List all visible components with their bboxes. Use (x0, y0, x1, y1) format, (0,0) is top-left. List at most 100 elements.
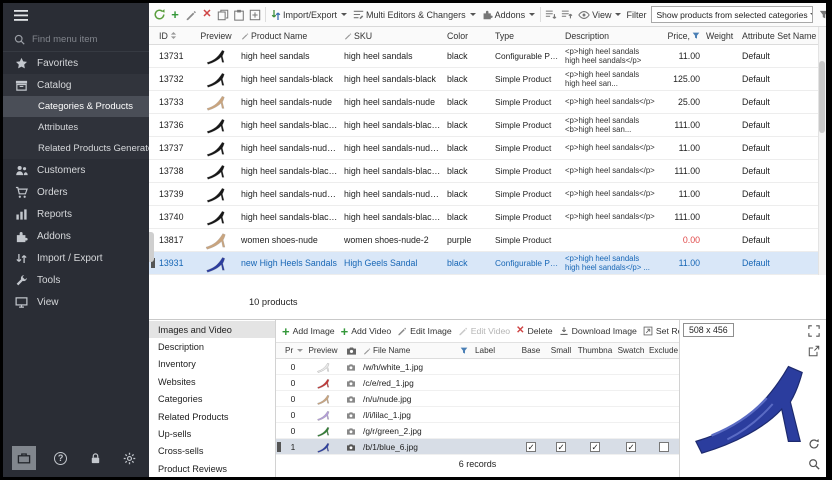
col-header-preview[interactable]: Preview (194, 31, 238, 41)
checkbox-base[interactable]: ✓ (526, 442, 536, 452)
refresh-button[interactable] (151, 5, 167, 25)
addons-button[interactable]: Addons (479, 5, 539, 25)
checkbox-small[interactable]: ✓ (556, 442, 566, 452)
table-row[interactable]: 13732 high heel sandals-black high heel … (149, 68, 818, 91)
edit-video-button[interactable]: Edit Video (458, 326, 510, 336)
edit-image-button[interactable]: Edit Image (397, 326, 452, 336)
col-header-media-type[interactable] (342, 346, 360, 355)
col-header-id[interactable]: ID (156, 31, 194, 41)
col-header-thumbnail[interactable]: Thumbna (576, 346, 614, 355)
add-product-button[interactable]: + (167, 5, 183, 25)
col-header-name[interactable]: Product Name (238, 31, 341, 41)
col-header-sku[interactable]: SKU (341, 31, 444, 41)
tab-images-and-video[interactable]: Images and Video (149, 321, 275, 338)
col-filter-funnel[interactable] (460, 347, 472, 355)
image-row[interactable]: 0 /g/r/green_2.jpg (276, 423, 679, 439)
tab-inventory[interactable]: Inventory (149, 356, 275, 373)
copy-button[interactable] (215, 5, 231, 25)
table-row[interactable]: 13739 high heel sandals-nude-37 high hee… (149, 183, 818, 206)
col-header-swatch[interactable]: Swatch (614, 346, 648, 355)
image-row[interactable]: 0 /c/e/red_1.jpg (276, 375, 679, 391)
image-row-selected[interactable]: 1 /b/1/blue_6.jpg ✓ ✓ ✓ ✓ (276, 439, 679, 455)
checkbox-exclude[interactable] (659, 442, 669, 452)
col-header-price[interactable]: Price, (659, 31, 703, 41)
tab-related-products[interactable]: Related Products (149, 408, 275, 425)
sidebar-item-customers[interactable]: Customers (3, 159, 149, 181)
help-button[interactable]: ? (51, 448, 71, 468)
search-input[interactable] (32, 34, 138, 45)
table-row[interactable]: 13736 high heel sandals-black-36 high he… (149, 114, 818, 137)
filters-button[interactable]: Filters (816, 5, 826, 25)
sidebar-item-catalog[interactable]: Catalog (3, 74, 149, 96)
image-row[interactable]: 0 /l/i/lilac_1.jpg (276, 407, 679, 423)
col-header-small[interactable]: Small (546, 346, 576, 355)
export-grid-button[interactable] (543, 5, 559, 25)
splitter-grip[interactable] (149, 232, 154, 262)
zoom-button[interactable] (807, 457, 821, 471)
checkbox-thumbnail[interactable]: ✓ (590, 442, 600, 452)
sidebar-item-attributes[interactable]: Attributes (3, 117, 149, 138)
settings-button[interactable] (120, 448, 140, 468)
import-export-button[interactable]: Import/Export (268, 5, 350, 25)
col-header-weight[interactable]: Weight (703, 31, 739, 41)
image-row[interactable]: 0 /w/h/white_1.jpg (276, 359, 679, 375)
sidebar-item-view[interactable]: View (3, 291, 149, 313)
tab-categories[interactable]: Categories (149, 391, 275, 408)
col-header-pr[interactable]: Pr (282, 346, 304, 355)
col-header-preview[interactable]: Preview (304, 346, 342, 355)
tab-websites[interactable]: Websites (149, 373, 275, 390)
download-image-button[interactable]: Download Image (559, 326, 637, 336)
col-header-description[interactable]: Description (562, 31, 659, 41)
delete-image-button[interactable]: ✕Delete (516, 326, 553, 336)
paste-button[interactable] (231, 5, 247, 25)
vertical-scrollbar[interactable] (818, 27, 826, 275)
checkbox-swatch[interactable]: ✓ (626, 442, 636, 452)
multi-editors-button[interactable]: Multi Editors & Changers (350, 5, 479, 25)
sidebar-item-reports[interactable]: Reports (3, 203, 149, 225)
store-button[interactable] (12, 446, 36, 470)
table-row[interactable]: 13817 women shoes-nude women shoes-nude-… (149, 229, 818, 252)
table-row-selected[interactable]: 13931 new High Heels Sandals High Geels … (149, 252, 818, 275)
table-row[interactable]: 13737 high heel sandals-nude-36 high hee… (149, 137, 818, 160)
duplicate-button[interactable] (247, 5, 263, 25)
import-grid-button[interactable] (559, 5, 575, 25)
table-row[interactable]: 13738 high heel sandals-black-37 high he… (149, 160, 818, 183)
delete-product-button[interactable]: ✕ (199, 5, 215, 25)
fullscreen-button[interactable] (807, 324, 821, 338)
sidebar-item-favorites[interactable]: Favorites (3, 52, 149, 74)
sidebar-item-related-products-generator[interactable]: Related Products Generator (3, 138, 149, 159)
view-button[interactable]: View (575, 5, 624, 25)
sidebar-item-addons[interactable]: Addons (3, 225, 149, 247)
lock-button[interactable] (85, 448, 105, 468)
col-header-attribute-set[interactable]: Attribute Set Name (739, 31, 818, 41)
sidebar-item-import-export[interactable]: Import / Export (3, 247, 149, 269)
menu-button[interactable] (3, 3, 149, 27)
col-header-base[interactable]: Base (516, 346, 546, 355)
add-video-button[interactable]: +Add Video (341, 325, 392, 338)
cell-attribute-set: Default (739, 212, 818, 222)
set-resize-rule-button[interactable]: Set Resize Rule (643, 326, 679, 336)
add-image-button[interactable]: +Add Image (282, 325, 335, 338)
table-row[interactable]: 13733 high heel sandals-nude high heel s… (149, 91, 818, 114)
col-header-label[interactable]: Label (472, 346, 516, 355)
table-row[interactable]: 13731 high heel sandals high heel sandal… (149, 45, 818, 68)
tab-description[interactable]: Description (149, 338, 275, 355)
col-header-type[interactable]: Type (492, 31, 562, 41)
tab-product-reviews[interactable]: Product Reviews (149, 460, 275, 477)
sidebar-item-tools[interactable]: Tools (3, 269, 149, 291)
tab-cross-sells[interactable]: Cross-sells (149, 443, 275, 460)
edit-product-button[interactable] (183, 5, 199, 25)
col-header-file-name[interactable]: File Name (360, 346, 460, 355)
sidebar-search[interactable] (3, 27, 149, 52)
tab-up-sells[interactable]: Up-sells (149, 425, 275, 442)
sidebar-item-orders[interactable]: Orders (3, 181, 149, 203)
scrollbar-thumb[interactable] (819, 61, 825, 133)
col-header-exclude[interactable]: Exclude (648, 346, 679, 355)
filter-dropdown[interactable]: Show products from selected categories (651, 6, 813, 23)
rotate-button[interactable] (807, 437, 821, 451)
sidebar-item-categories-products[interactable]: Categories & Products (3, 96, 149, 117)
cell-type: Simple Product (492, 189, 562, 199)
col-header-color[interactable]: Color (444, 31, 492, 41)
image-row[interactable]: 0 /n/u/nude.jpg (276, 391, 679, 407)
table-row[interactable]: 13740 high heel sandals-black-38 high he… (149, 206, 818, 229)
